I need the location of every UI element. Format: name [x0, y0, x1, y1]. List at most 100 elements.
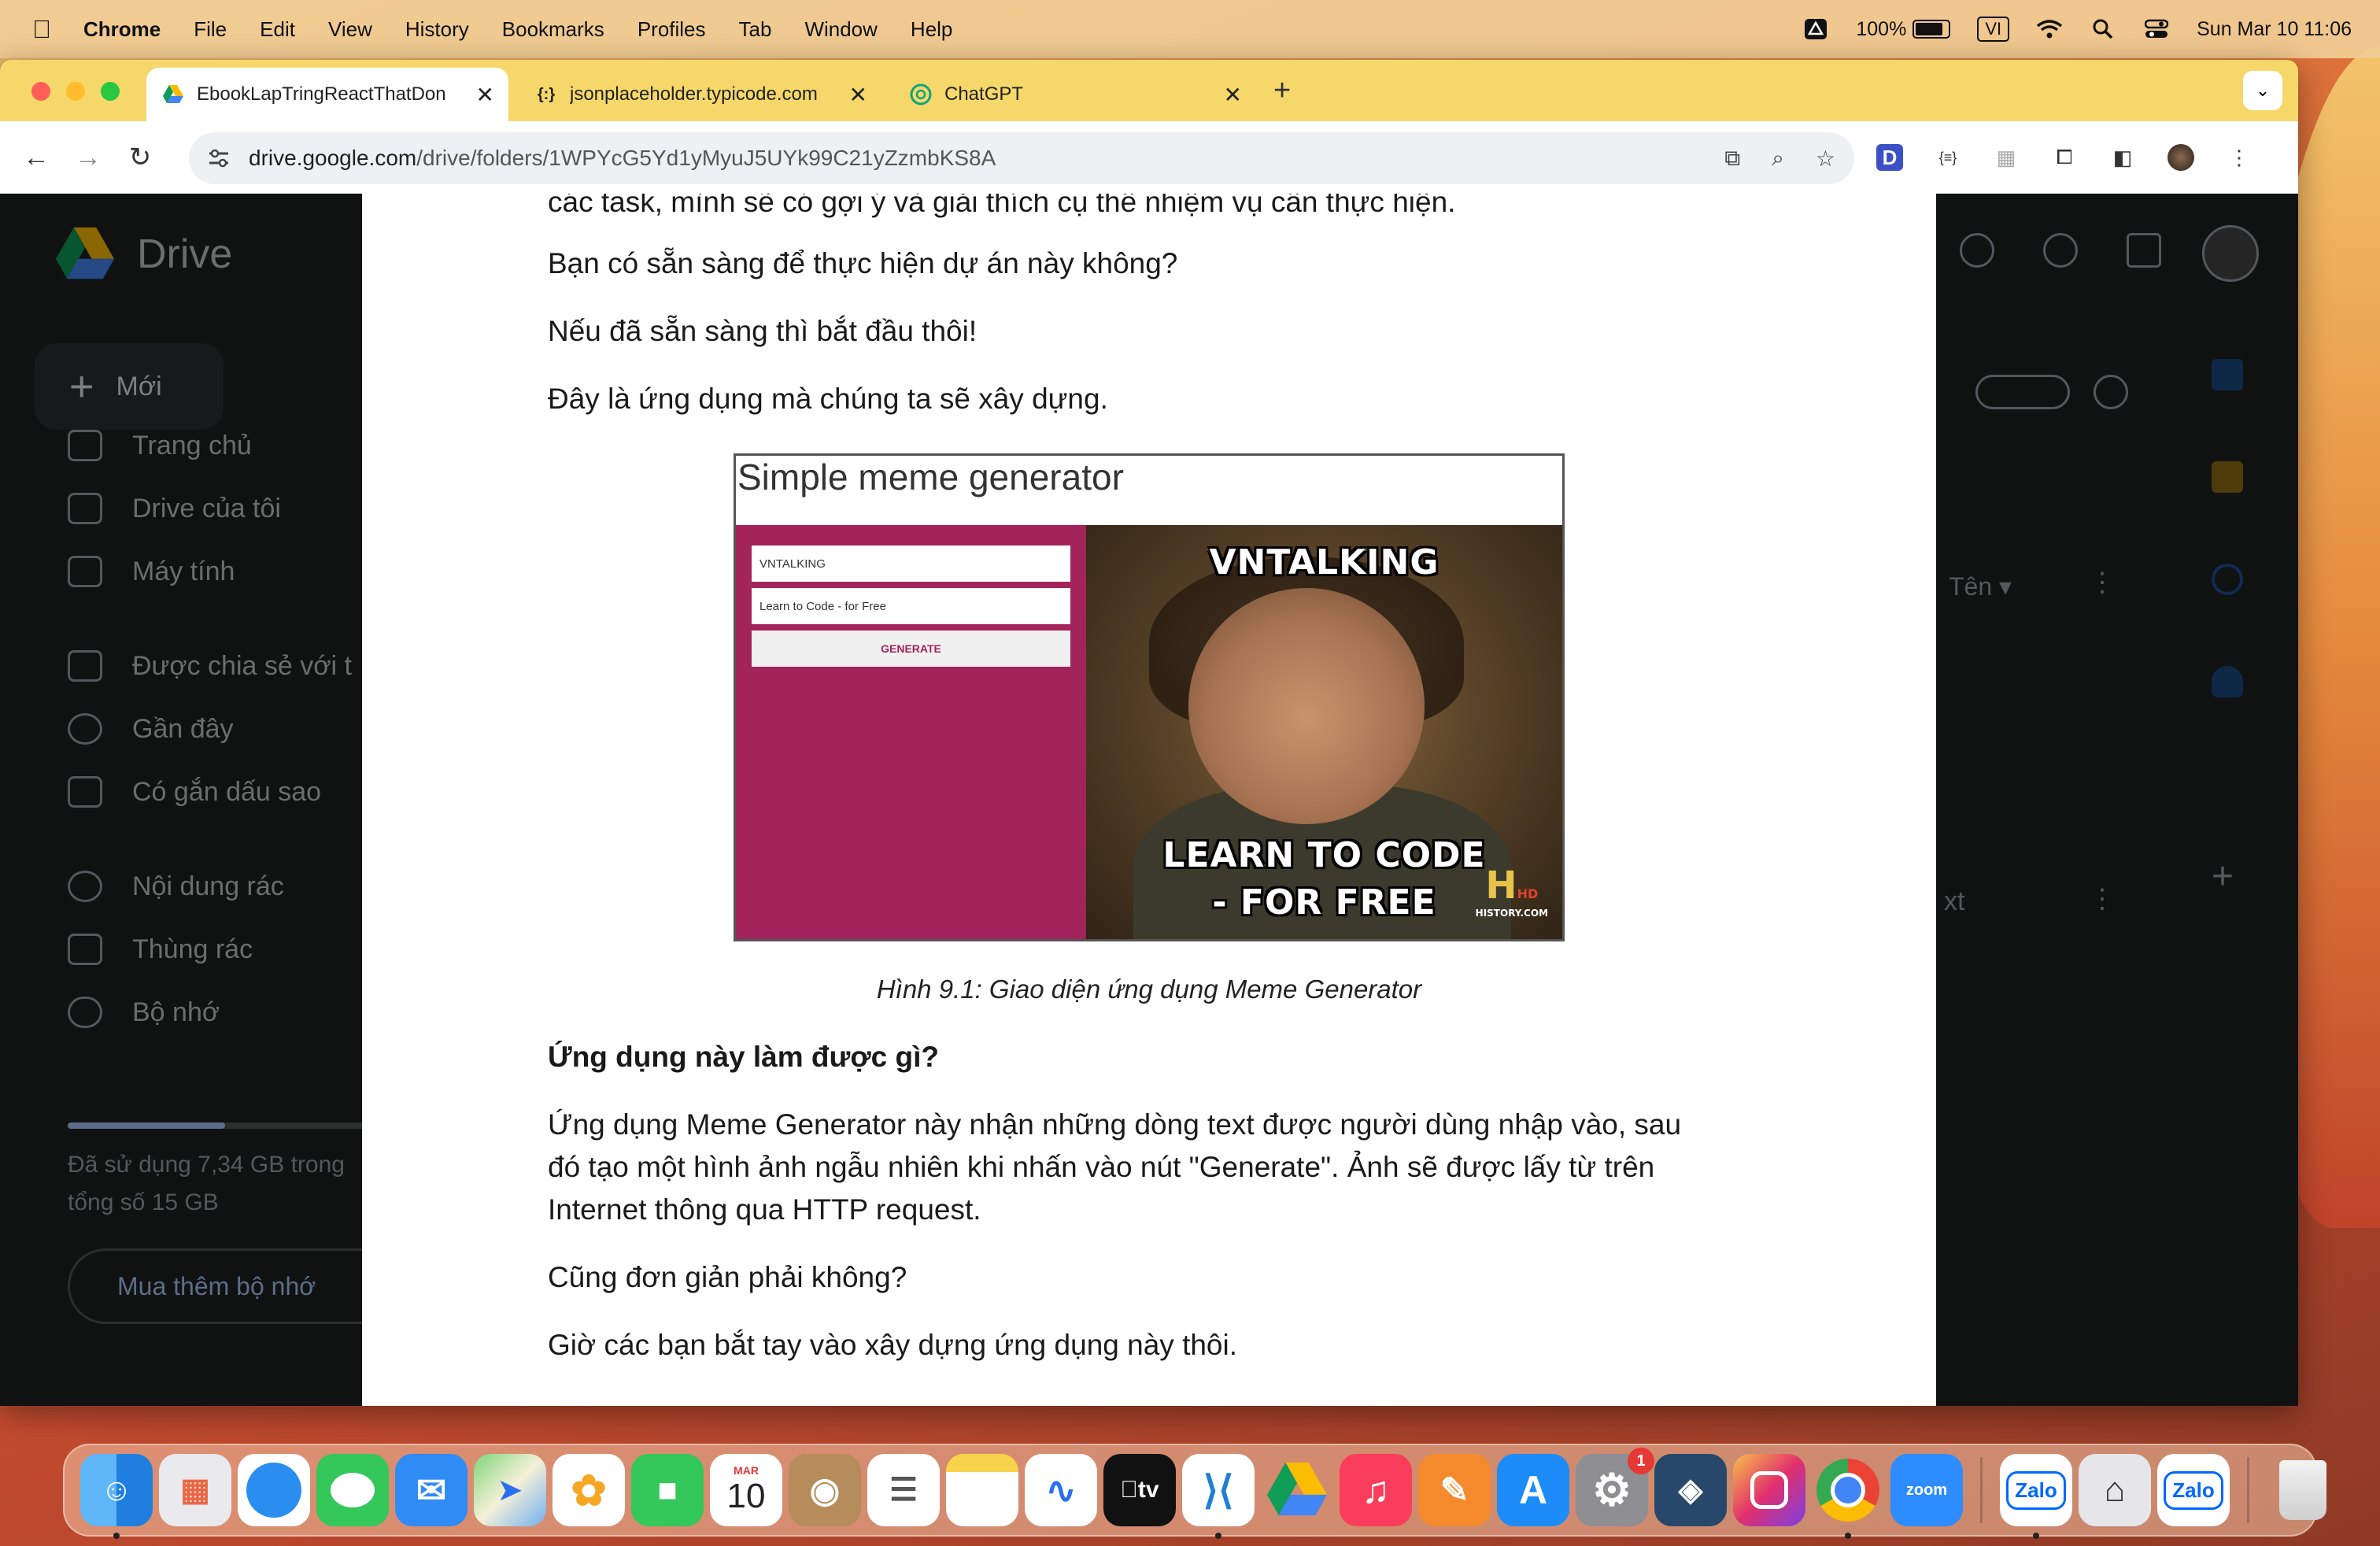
reload-icon[interactable]: ↻: [124, 142, 156, 173]
calendar-month: MAR: [734, 1464, 759, 1477]
dock-zalo[interactable]: Zalo: [2000, 1454, 2072, 1539]
close-window-button[interactable]: [31, 82, 50, 101]
close-tab-icon[interactable]: ✕: [849, 82, 867, 108]
profile-avatar[interactable]: [2168, 144, 2194, 171]
finder-icon: ☺: [100, 1472, 133, 1507]
tab-drive[interactable]: EbookLapTringReactThatDon ✕: [146, 68, 508, 121]
dock-messages[interactable]: [316, 1454, 389, 1526]
dock-chrome[interactable]: [1812, 1454, 1884, 1539]
battery-status[interactable]: 100%: [1856, 17, 1951, 41]
apple-menu-icon[interactable]: : [30, 15, 54, 43]
input-source-badge[interactable]: VI: [1977, 17, 2010, 42]
bookmark-star-icon[interactable]: ☆: [1816, 146, 1835, 172]
control-center-icon[interactable]: [2143, 17, 2170, 41]
tab-title: EbookLapTringReactThatDon: [197, 83, 446, 105]
dock-reminders[interactable]: ☰: [867, 1454, 940, 1526]
site-info-icon[interactable]: [205, 144, 233, 172]
dock-maps[interactable]: ➤: [474, 1454, 546, 1526]
zalo-icon: Zalo: [2164, 1470, 2223, 1510]
chatgpt-icon: [910, 83, 932, 105]
menu-file[interactable]: File: [194, 17, 227, 42]
vscode-icon: ⟩⟨: [1203, 1468, 1234, 1512]
menu-profiles[interactable]: Profiles: [638, 17, 706, 42]
tab-search-icon[interactable]: ⌄: [2243, 71, 2282, 110]
battery-percent: 100%: [1856, 17, 1907, 40]
dock-calendar[interactable]: MAR 10: [710, 1454, 782, 1526]
reminders-icon: ☰: [889, 1473, 918, 1507]
menu-edit[interactable]: Edit: [260, 17, 295, 42]
dock-notes[interactable]: [946, 1454, 1018, 1526]
dock-photos[interactable]: ✿: [552, 1454, 625, 1526]
menu-bookmarks[interactable]: Bookmarks: [502, 17, 604, 42]
dock-mail[interactable]: ✉: [395, 1454, 468, 1526]
zalo-icon: Zalo: [2006, 1470, 2066, 1510]
new-tab-icon[interactable]: +: [1273, 74, 1291, 108]
close-tab-icon[interactable]: ✕: [476, 82, 494, 108]
dolphin-icon: ◈: [1678, 1473, 1703, 1507]
dock-tv[interactable]: tv: [1103, 1454, 1176, 1526]
tab-jsonplaceholder[interactable]: {:} jsonplaceholder.typicode.com ✕: [519, 68, 881, 121]
install-app-icon[interactable]: ⧉: [1724, 146, 1740, 172]
music-icon: ♫: [1362, 1469, 1390, 1511]
forward-icon[interactable]: →: [72, 142, 104, 173]
minimize-window-button[interactable]: [66, 82, 85, 101]
back-icon[interactable]: ←: [20, 142, 52, 173]
google-drive-status-icon[interactable]: [1802, 17, 1829, 41]
doc-paragraph: các task, mình sẽ có gợi ý và giải thích…: [548, 194, 1456, 218]
dock-freeform[interactable]: ∿: [1025, 1454, 1097, 1526]
instagram-icon: [1750, 1471, 1788, 1509]
side-panel-icon[interactable]: ◧: [2109, 144, 2136, 171]
dock-facetime[interactable]: ■: [631, 1454, 704, 1526]
grid-extension-icon[interactable]: ▦: [1993, 144, 2020, 171]
dock-music[interactable]: ♫: [1340, 1454, 1412, 1526]
wifi-icon[interactable]: [2036, 17, 2063, 41]
dock-zalo-2[interactable]: Zalo: [2157, 1454, 2230, 1526]
dock-finder[interactable]: ☺: [80, 1454, 153, 1539]
tab-chatgpt[interactable]: ChatGPT ✕: [894, 68, 1256, 121]
dock-instagram[interactable]: [1733, 1454, 1805, 1526]
zoom-icon[interactable]: ⌕: [1772, 146, 1784, 172]
battery-icon: [1913, 20, 1951, 39]
dock-pages[interactable]: ✎: [1418, 1454, 1491, 1526]
chrome-menu-icon[interactable]: ⋮: [2226, 144, 2252, 171]
meme-generator-figure: Simple meme generator VNTALKING Learn to…: [734, 453, 1565, 941]
dashlane-extension-icon[interactable]: D: [1876, 144, 1903, 171]
dock-mysql-workbench[interactable]: ◈: [1654, 1454, 1727, 1526]
google-drive-dock-icon: [1267, 1462, 1327, 1516]
dock-contacts[interactable]: ◉: [789, 1454, 861, 1526]
dock-system-settings[interactable]: ⚙ 1: [1576, 1448, 1654, 1526]
tab-title: jsonplaceholder.typicode.com: [570, 83, 818, 105]
dock-zoom[interactable]: zoom: [1890, 1454, 1963, 1526]
doc-paragraph: đó tạo một hình ảnh ngẫu nhiên khi nhấn …: [548, 1151, 1655, 1183]
dock-launchpad[interactable]: ▦: [159, 1454, 231, 1526]
menu-window[interactable]: Window: [804, 17, 877, 42]
dock-preview[interactable]: ⌂: [2079, 1454, 2151, 1526]
menu-help[interactable]: Help: [911, 17, 952, 42]
close-tab-icon[interactable]: ✕: [1224, 82, 1242, 108]
dock-safari[interactable]: [238, 1454, 310, 1526]
url-path: /drive/folders/1WPYcG5Yd1yMyuJ5UYk99C21y…: [416, 146, 996, 170]
dock-vscode[interactable]: ⟩⟨: [1182, 1454, 1255, 1539]
preview-icon: ⌂: [2104, 1470, 2126, 1509]
menu-app-name[interactable]: Chrome: [83, 17, 161, 42]
json-icon: {:}: [537, 85, 556, 103]
doc-heading: Ứng dụng này làm được gì?: [548, 1041, 939, 1073]
json-extension-icon[interactable]: {≡}: [1935, 144, 1961, 171]
address-bar[interactable]: drive.google.com/drive/folders/1WPYcG5Yd…: [189, 132, 1854, 184]
clock-datetime[interactable]: Sun Mar 10 11:06: [2197, 18, 2352, 41]
dock-trash[interactable]: [2267, 1454, 2339, 1526]
menu-view[interactable]: View: [328, 17, 372, 42]
dock-google-drive[interactable]: [1261, 1454, 1333, 1526]
calendar-day: 10: [726, 1477, 766, 1515]
doc-paragraph: Giờ các bạn bắt tay vào xây dựng ứng dụn…: [548, 1329, 1238, 1361]
zoom-window-button[interactable]: [101, 82, 120, 101]
google-drive-icon: [162, 83, 184, 105]
figure-caption: Hình 9.1: Giao diện ứng dụng Meme Genera…: [876, 975, 1422, 1004]
dock-separator: [1980, 1457, 1983, 1523]
maps-icon: ➤: [497, 1474, 523, 1506]
dock-app-store[interactable]: A: [1497, 1454, 1569, 1526]
menu-tab[interactable]: Tab: [739, 17, 772, 42]
spotlight-search-icon[interactable]: [2090, 17, 2116, 41]
menu-history[interactable]: History: [405, 17, 469, 42]
extensions-puzzle-icon[interactable]: ⧠: [2051, 144, 2078, 171]
